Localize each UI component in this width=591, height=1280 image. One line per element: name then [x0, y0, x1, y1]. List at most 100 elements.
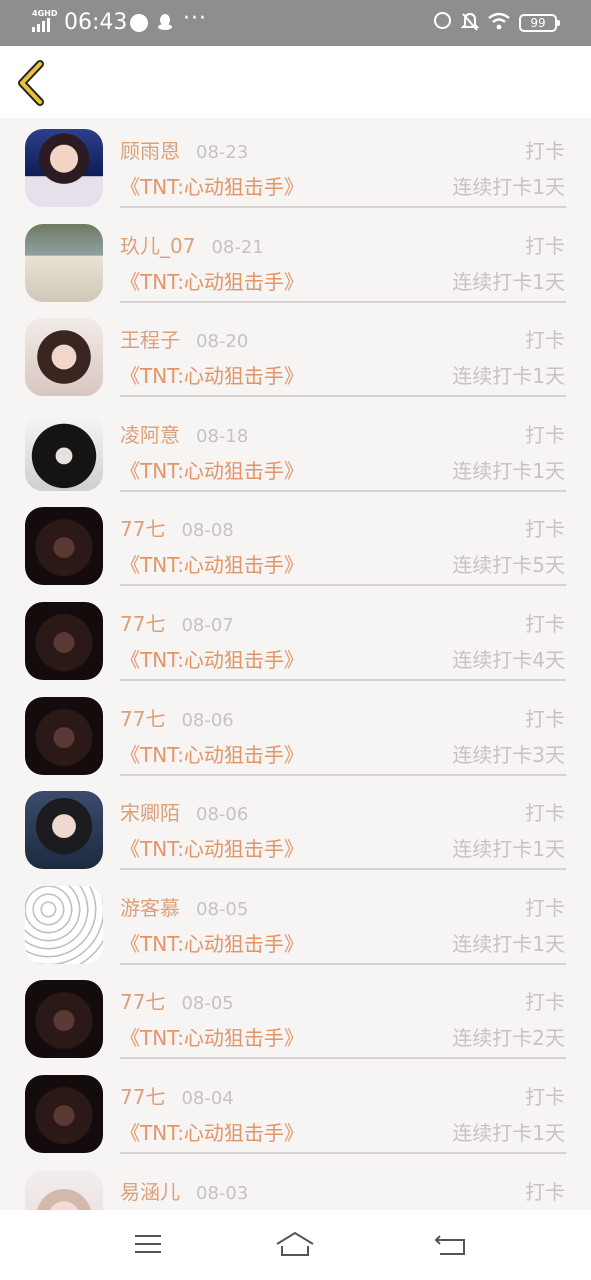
- user-name: 顾雨恩 08-23: [120, 138, 248, 166]
- checkin-label: 打卡: [525, 801, 565, 826]
- book-title[interactable]: 《TNT:心动狙击手》: [120, 269, 304, 295]
- list-item[interactable]: 顾雨恩 08-23 打卡 《TNT:心动狙击手》 连续打卡1天: [0, 118, 591, 213]
- avatar[interactable]: [25, 1075, 103, 1153]
- divider: [120, 773, 566, 776]
- user-name-text: 王程子: [120, 328, 180, 353]
- navigation-bar: [0, 1210, 591, 1280]
- avatar[interactable]: [25, 412, 103, 491]
- divider: [120, 489, 566, 492]
- user-name-text: 77七: [120, 706, 166, 731]
- checkin-date: 08-05: [181, 993, 234, 1015]
- list-item[interactable]: 77七 08-06 打卡 《TNT:心动狙击手》 连续打卡3天: [0, 686, 591, 781]
- user-name: 玖儿_07 08-21: [120, 233, 264, 261]
- streak-count: 连续打卡1天: [452, 269, 565, 294]
- return-icon[interactable]: [430, 1228, 470, 1260]
- list-item[interactable]: 游客慕 08-05 打卡 《TNT:心动狙击手》 连续打卡1天: [0, 875, 591, 970]
- checkin-label: 打卡: [525, 233, 565, 258]
- list-item[interactable]: 77七 08-07 打卡 《TNT:心动狙击手》 连续打卡4天: [0, 591, 591, 686]
- book-title[interactable]: 《TNT:心动狙击手》: [120, 552, 304, 578]
- list-item[interactable]: 77七 08-05 打卡《TNT:心动狙击手》 连续打卡2天: [0, 969, 591, 1064]
- divider: [120, 679, 566, 681]
- book-title[interactable]: 《TNT:心动狙击手》: [120, 1025, 304, 1051]
- header: [0, 46, 591, 118]
- status-bar: 4GHD 06:43 ··· 99: [0, 0, 591, 46]
- wifi-icon: [488, 12, 510, 30]
- user-name: 王程子 08-20: [120, 327, 248, 355]
- user-name: 77七 08-04: [120, 1084, 234, 1112]
- divider: [120, 1057, 566, 1060]
- checkin-label: 打卡: [525, 612, 565, 636]
- menu-icon[interactable]: [128, 1228, 168, 1260]
- book-title[interactable]: 《TNT:心动狙击手》: [120, 174, 304, 200]
- list-item[interactable]: 易涵儿 08-03 打卡: [0, 1159, 591, 1210]
- avatar[interactable]: [25, 696, 103, 775]
- checkin-label: 打卡: [525, 706, 565, 731]
- user-name-text: 顾雨恩: [120, 139, 180, 163]
- avatar[interactable]: [25, 507, 103, 586]
- checkin-date: 08-04: [181, 1088, 234, 1109]
- list-item[interactable]: 玖儿_07 08-21 打卡《TNT:心动狙击手》 连续打卡1天: [0, 213, 591, 308]
- divider: [120, 300, 566, 303]
- checkin-label: 打卡: [525, 1085, 565, 1109]
- user-name-text: 凌阿意: [120, 422, 180, 447]
- checkin-list: 顾雨恩 08-23 打卡 《TNT:心动狙击手》 连续打卡1天 玖儿_07 08-21 打卡《…: [0, 118, 591, 1210]
- avatar[interactable]: [25, 885, 103, 964]
- user-name: 宋卿陌 08-06: [120, 800, 248, 828]
- avatar[interactable]: [25, 129, 103, 207]
- list-item[interactable]: 凌阿意 08-18 打卡 《TNT:心动狙击手》 连续打卡1天: [0, 402, 591, 497]
- user-name: 凌阿意 08-18: [120, 422, 248, 450]
- book-title[interactable]: 《TNT:心动狙击手》: [120, 647, 304, 673]
- chevron-left-icon[interactable]: [14, 60, 50, 106]
- streak-count: 连续打卡1天: [452, 364, 565, 389]
- checkin-date: 08-06: [181, 709, 234, 731]
- signal-icon: 4GHD: [32, 10, 58, 34]
- checkin-label: 打卡: [525, 895, 565, 920]
- alarm-icon: [434, 12, 451, 29]
- streak-count: 连续打卡5天: [452, 553, 565, 578]
- network-type: 4GHD: [32, 9, 58, 18]
- checkin-date: 08-23: [196, 142, 249, 163]
- streak-count: 连续打卡2天: [452, 1026, 565, 1051]
- divider: [120, 962, 566, 965]
- book-title[interactable]: 《TNT:心动狙击手》: [120, 363, 304, 389]
- user-name: 77七 08-06: [120, 706, 234, 734]
- status-time: 06:43: [64, 10, 128, 35]
- checkin-label: 打卡: [525, 1179, 565, 1204]
- checkin-date: 08-21: [211, 236, 264, 258]
- checkin-label: 打卡: [525, 517, 565, 542]
- more-notifications: ···: [183, 6, 207, 31]
- checkin-label: 打卡: [525, 990, 565, 1015]
- book-title[interactable]: 《TNT:心动狙击手》: [120, 931, 304, 957]
- divider: [120, 206, 566, 208]
- checkin-label: 打卡: [525, 328, 565, 353]
- avatar[interactable]: [25, 791, 103, 870]
- book-title[interactable]: 《TNT:心动狙击手》: [120, 458, 304, 484]
- user-name: 77七 08-07: [120, 611, 234, 639]
- book-title[interactable]: 《TNT:心动狙击手》: [120, 742, 304, 768]
- book-title[interactable]: 《TNT:心动狙击手》: [120, 836, 304, 862]
- avatar[interactable]: [25, 602, 103, 680]
- avatar[interactable]: [25, 1169, 103, 1210]
- list-item[interactable]: 宋卿陌 08-06 打卡 《TNT:心动狙击手》 连续打卡1天: [0, 780, 591, 875]
- checkin-date: 08-08: [181, 520, 234, 542]
- user-name-text: 77七: [120, 517, 166, 542]
- app-notification-icon: [130, 14, 148, 32]
- checkin-label: 打卡: [525, 139, 565, 163]
- home-icon[interactable]: [275, 1228, 315, 1260]
- avatar[interactable]: [25, 980, 103, 1059]
- avatar[interactable]: [25, 223, 103, 302]
- book-title[interactable]: 《TNT:心动狙击手》: [120, 1120, 304, 1146]
- streak-count: 连续打卡1天: [452, 458, 565, 483]
- streak-count: 连续打卡1天: [452, 931, 565, 956]
- user-name: 易涵儿 08-03: [120, 1179, 248, 1207]
- user-name-text: 玖儿_07: [120, 233, 196, 258]
- list-item[interactable]: 77七 08-04 打卡 《TNT:心动狙击手》 连续打卡1天: [0, 1064, 591, 1159]
- avatar[interactable]: [25, 318, 103, 397]
- list-item[interactable]: 王程子 08-20 打卡《TNT:心动狙击手》 连续打卡1天: [0, 307, 591, 402]
- user-name-text: 77七: [120, 990, 166, 1015]
- list-item[interactable]: 77七 08-08 打卡《TNT:心动狙击手》 连续打卡5天: [0, 496, 591, 591]
- penguin-icon: [158, 14, 172, 30]
- user-name: 77七 08-08: [120, 516, 234, 544]
- user-name-text: 游客慕: [120, 895, 180, 920]
- checkin-date: 08-18: [196, 425, 249, 447]
